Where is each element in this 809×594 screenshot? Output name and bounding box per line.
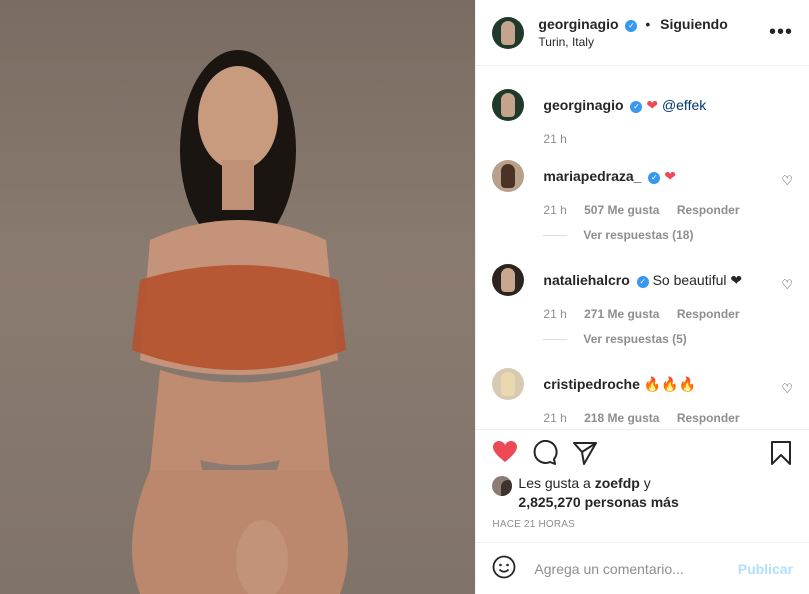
comment-time[interactable]: 21 h bbox=[543, 203, 566, 217]
publish-button[interactable]: Publicar bbox=[738, 561, 793, 577]
avatar[interactable] bbox=[492, 16, 525, 49]
reply-button[interactable]: Responder bbox=[677, 203, 740, 217]
comment-username[interactable]: nataliehalcro bbox=[543, 272, 629, 288]
comment-time[interactable]: 21 h bbox=[543, 411, 566, 425]
heart-outline-icon[interactable]: ♡ bbox=[781, 277, 793, 293]
verified-badge-icon: ✓ bbox=[636, 276, 649, 288]
likes-count[interactable]: 2,825,270 personas más bbox=[518, 494, 678, 510]
photo-illustration bbox=[132, 50, 348, 594]
liker-username[interactable]: zoefdp bbox=[595, 475, 640, 491]
following-button[interactable]: Siguiendo bbox=[660, 16, 728, 32]
action-bar bbox=[492, 439, 793, 473]
post-sidebar: georginagio ✓ • Siguiendo Turin, Italy •… bbox=[475, 0, 809, 594]
caption-emoji: ❤ bbox=[646, 97, 659, 113]
comment-icon[interactable] bbox=[532, 439, 558, 473]
reply-button[interactable]: Responder bbox=[677, 307, 740, 321]
comment-text: ❤ bbox=[664, 168, 676, 184]
comment-input[interactable] bbox=[532, 559, 738, 578]
divider-line bbox=[543, 339, 568, 341]
comment-likes[interactable]: 271 Me gusta bbox=[584, 307, 659, 321]
view-replies-label: Ver respuestas (18) bbox=[583, 228, 694, 242]
avatar[interactable] bbox=[492, 89, 525, 121]
send-icon[interactable] bbox=[572, 440, 598, 473]
avatar[interactable] bbox=[492, 160, 525, 192]
likes-summary[interactable]: Les gusta a zoefdp y 2,825,270 personas … bbox=[492, 474, 793, 512]
comment-likes[interactable]: 507 Me gusta bbox=[584, 203, 659, 217]
username-link[interactable]: georginagio bbox=[538, 16, 618, 32]
comment-likes[interactable]: 218 Me gusta bbox=[584, 411, 659, 425]
heart-outline-icon[interactable]: ♡ bbox=[781, 381, 793, 397]
add-comment-bar: Publicar bbox=[476, 542, 809, 594]
comment-time[interactable]: 21 h bbox=[543, 307, 566, 321]
mention-link[interactable]: @effek bbox=[662, 97, 706, 113]
likes-conj: y bbox=[643, 475, 651, 491]
verified-badge-icon: ✓ bbox=[648, 172, 661, 184]
post-container: georginagio ✓ • Siguiendo Turin, Italy •… bbox=[0, 0, 809, 594]
reply-button[interactable]: Responder bbox=[677, 411, 740, 425]
post-image[interactable] bbox=[0, 0, 476, 594]
heart-filled-icon[interactable] bbox=[492, 440, 518, 471]
smiley-icon[interactable] bbox=[492, 555, 516, 582]
heart-outline-icon[interactable]: ♡ bbox=[781, 173, 793, 189]
view-replies-button[interactable]: Ver respuestas (5) bbox=[543, 332, 687, 346]
divider-line bbox=[543, 235, 568, 237]
location-link[interactable]: Turin, Italy bbox=[538, 35, 769, 49]
post-timestamp[interactable]: HACE 21 HORAS bbox=[492, 519, 575, 530]
caption-username[interactable]: georginagio bbox=[543, 97, 623, 113]
more-options-icon[interactable]: ••• bbox=[769, 21, 793, 44]
caption-time[interactable]: 21 h bbox=[543, 132, 566, 146]
post-header: georginagio ✓ • Siguiendo Turin, Italy •… bbox=[476, 0, 809, 66]
comments-list[interactable]: georginagio ✓ ❤ @effek 21 h mariapedraza… bbox=[476, 67, 809, 430]
comment-username[interactable]: mariapedraza_ bbox=[543, 168, 641, 184]
avatar[interactable] bbox=[492, 264, 525, 296]
view-replies-button[interactable]: Ver respuestas (18) bbox=[543, 228, 693, 242]
bookmark-icon[interactable] bbox=[769, 440, 793, 473]
comment-username[interactable]: cristipedroche bbox=[543, 376, 639, 392]
verified-badge-icon: ✓ bbox=[630, 101, 643, 113]
verified-badge-icon: ✓ bbox=[625, 20, 638, 32]
likes-prefix: Les gusta a bbox=[518, 475, 591, 491]
comment-text: 🔥🔥🔥 bbox=[643, 376, 697, 392]
avatar[interactable] bbox=[492, 476, 513, 496]
separator-dot: • bbox=[645, 16, 651, 32]
comment-text: So beautiful ❤ bbox=[652, 272, 743, 288]
view-replies-label: Ver respuestas (5) bbox=[583, 332, 687, 346]
avatar[interactable] bbox=[492, 368, 525, 400]
